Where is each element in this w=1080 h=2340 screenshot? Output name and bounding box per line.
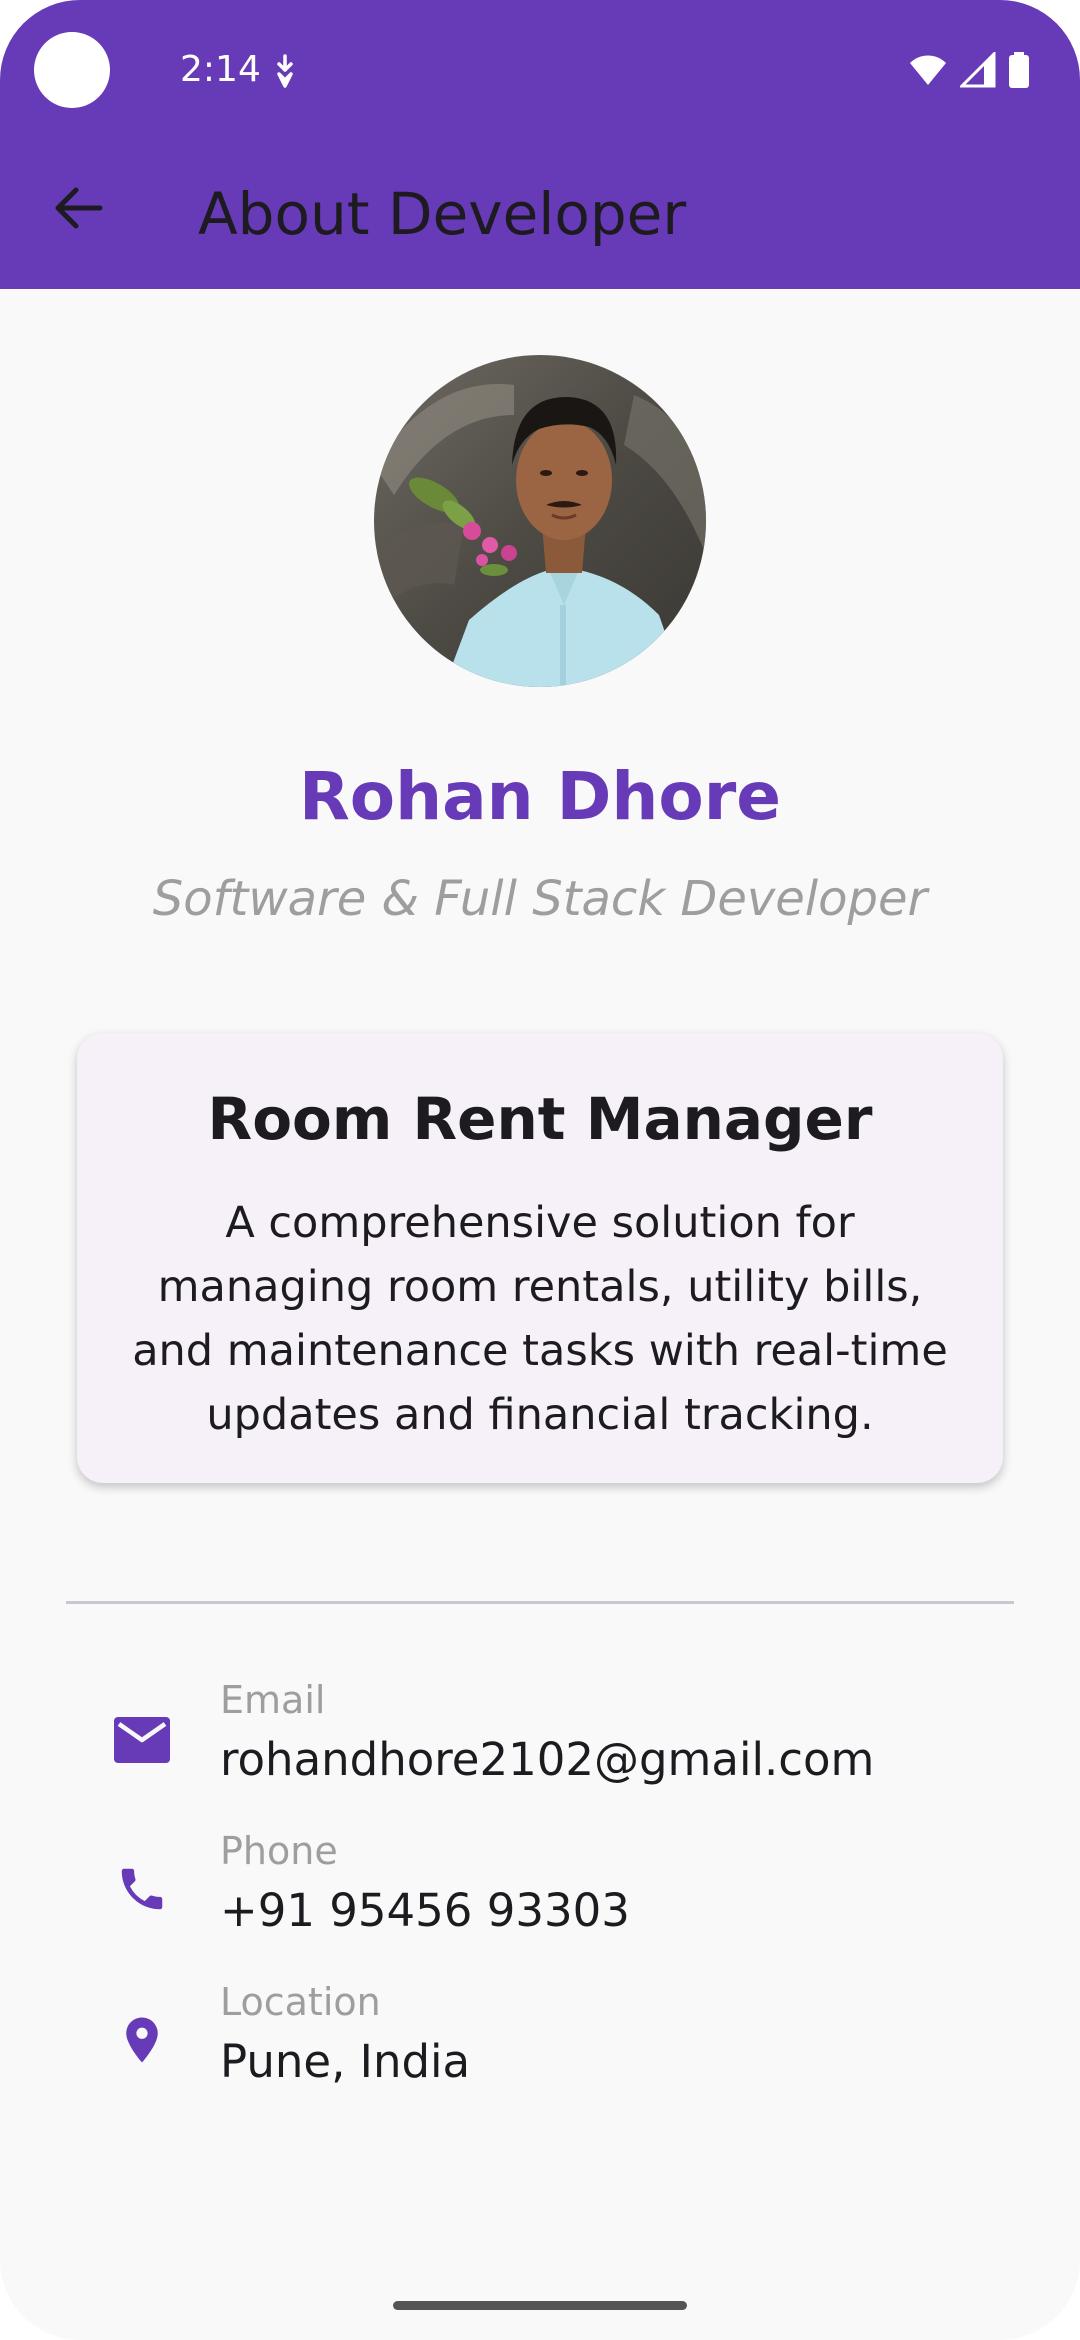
home-indicator[interactable] xyxy=(393,2301,687,2310)
contact-row-phone[interactable]: Phone +91 95456 93303 xyxy=(0,1827,1080,1967)
phone-value[interactable]: +91 95456 93303 xyxy=(220,1881,630,1941)
project-title: Room Rent Manager xyxy=(207,1085,873,1153)
battery-icon xyxy=(1009,52,1029,88)
signal-icon xyxy=(960,52,996,88)
wifi-icon xyxy=(910,55,946,85)
phone-icon xyxy=(104,1851,180,1927)
divider xyxy=(66,1601,1014,1604)
page-title: About Developer xyxy=(198,180,687,248)
contact-label: Email xyxy=(220,1678,326,1722)
device-screen: 2:14 About Developer Rohan Dhore Softwar… xyxy=(0,0,1080,2340)
email-icon xyxy=(104,1702,180,1778)
location-pin-icon xyxy=(104,2002,180,2078)
avatar xyxy=(374,355,706,687)
developer-role: Software & Full Stack Developer xyxy=(152,871,928,927)
contact-label: Phone xyxy=(220,1829,338,1873)
location-value: Pune, India xyxy=(220,2035,471,2088)
developer-name: Rohan Dhore xyxy=(298,758,782,835)
camera-cutout xyxy=(34,32,110,108)
email-value[interactable]: rohandhore2102@gmail.com xyxy=(220,1730,874,1790)
contact-row-email[interactable]: Email rohandhore2102@gmail.com xyxy=(0,1676,1080,1816)
arrow-back-icon xyxy=(55,187,103,229)
contact-label: Location xyxy=(220,1980,381,2024)
status-time: 2:14 xyxy=(180,49,261,90)
contact-row-location[interactable]: Location Pune, India xyxy=(0,1978,1080,2118)
project-description: A comprehensive solution for managing ro… xyxy=(132,1198,948,1440)
download-notification-icon xyxy=(277,54,293,88)
back-button[interactable] xyxy=(40,170,116,246)
status-icons xyxy=(908,50,1030,90)
project-card: Room Rent Manager A comprehensive soluti… xyxy=(77,1033,1003,1483)
developer-portrait-photo xyxy=(374,355,706,687)
app-header: 2:14 About Developer xyxy=(0,0,1080,289)
